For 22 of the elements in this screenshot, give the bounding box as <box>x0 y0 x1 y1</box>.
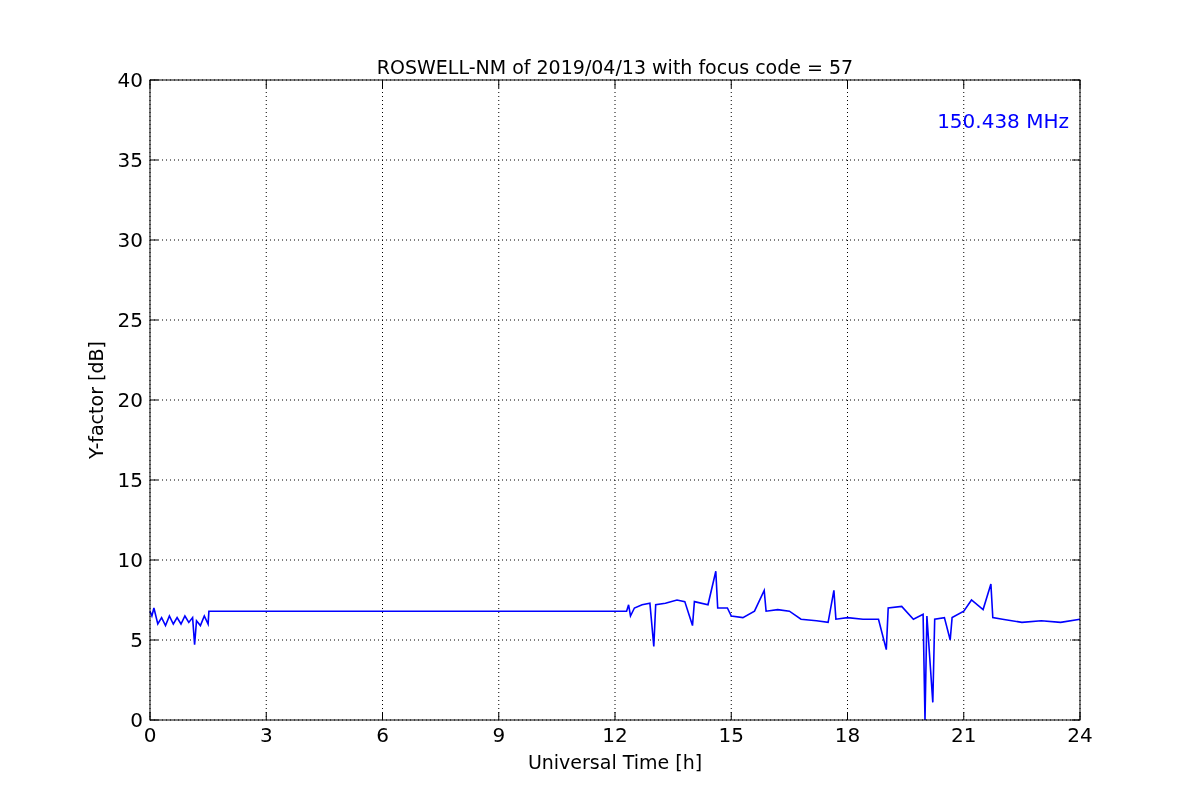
tick-label: 20 <box>117 388 143 412</box>
tick-label: 12 <box>602 723 628 747</box>
tick-label: 40 <box>117 68 143 92</box>
tick-label: 6 <box>376 723 389 747</box>
tick-label: 5 <box>130 628 143 652</box>
tick-label: 0 <box>130 708 143 732</box>
legend-label: 150.438 MHz <box>937 109 1069 133</box>
tick-label: 9 <box>492 723 506 747</box>
chart-title: ROSWELL-NM of 2019/04/13 with focus code = 57 <box>376 56 854 78</box>
x-axis-label: Universal Time [h] <box>527 751 703 773</box>
tick-label: 24 <box>1067 723 1093 747</box>
tick-label: 21 <box>951 723 977 747</box>
tick-label: 15 <box>117 468 143 492</box>
tick-label: 10 <box>117 548 143 572</box>
tick-label: 18 <box>834 723 861 747</box>
y-axis-label: Y-factor [dB] <box>85 341 107 459</box>
tick-label: 30 <box>117 228 143 252</box>
tick-label: 15 <box>718 723 744 747</box>
tick-label: 25 <box>117 308 143 332</box>
tick-label: 35 <box>117 148 143 172</box>
tick-label: 3 <box>259 723 273 747</box>
tick-label: 0 <box>143 723 157 747</box>
